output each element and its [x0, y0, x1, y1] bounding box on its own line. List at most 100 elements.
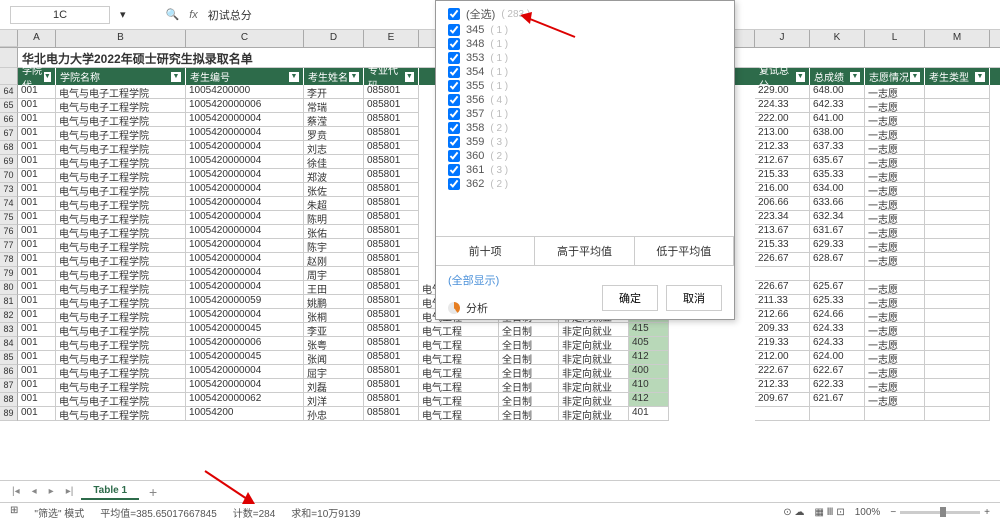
cell[interactable]: 085801 [364, 267, 419, 281]
cell[interactable]: 634.00 [810, 183, 865, 197]
cell[interactable]: 常瑞 [304, 99, 364, 113]
cell[interactable]: 电气与电子工程学院 [56, 183, 186, 197]
checkbox[interactable] [448, 122, 460, 134]
col-header-m[interactable]: M [925, 30, 990, 47]
cell[interactable]: 085801 [364, 155, 419, 169]
cell[interactable]: 001 [18, 211, 56, 225]
cell[interactable] [925, 113, 990, 127]
cell[interactable]: 王田 [304, 281, 364, 295]
cell[interactable]: 一志愿 [865, 113, 925, 127]
cell[interactable]: 415 [629, 323, 669, 337]
table-row[interactable]: 89 001 电气与电子工程学院 10054200 孙忠 085801 电气工程… [0, 407, 1000, 421]
cell[interactable] [925, 99, 990, 113]
cell[interactable]: 电气工程 [419, 393, 499, 407]
cell[interactable]: 徐佳 [304, 155, 364, 169]
cell[interactable]: 1005420000004 [186, 183, 304, 197]
formula-content[interactable]: 初试总分 [208, 7, 252, 23]
checkbox[interactable] [448, 80, 460, 92]
cell[interactable]: 085801 [364, 379, 419, 393]
row-header[interactable]: 84 [0, 337, 18, 351]
cell[interactable]: 001 [18, 239, 56, 253]
cell[interactable]: 蔡滢 [304, 113, 364, 127]
cell[interactable]: 001 [18, 197, 56, 211]
cell[interactable]: 001 [18, 351, 56, 365]
filter-item[interactable]: 362 ( 2 ) [448, 177, 722, 191]
cell[interactable]: 215.33 [755, 239, 810, 253]
cell[interactable] [925, 239, 990, 253]
cell[interactable]: 10054200000 [186, 85, 304, 99]
tab-next-icon[interactable]: ▸ [45, 486, 58, 497]
cell[interactable]: 224.33 [755, 99, 810, 113]
cell[interactable]: 1005420000062 [186, 393, 304, 407]
cell[interactable]: 222.00 [755, 113, 810, 127]
cell[interactable] [925, 253, 990, 267]
cell[interactable]: 1005420000006 [186, 337, 304, 351]
sheet-tab-active[interactable]: Table 1 [81, 483, 139, 500]
cell[interactable]: 电气与电子工程学院 [56, 267, 186, 281]
th-total-score[interactable]: 总成绩▼ [810, 68, 865, 85]
checkbox[interactable] [448, 136, 460, 148]
cell[interactable]: 1005420000004 [186, 225, 304, 239]
table-row[interactable]: 87 001 电气与电子工程学院 1005420000004 刘磊 085801… [0, 379, 1000, 393]
filter-item[interactable]: 358 ( 2 ) [448, 121, 722, 135]
filter-icon[interactable]: ▼ [289, 72, 299, 82]
cell[interactable]: 电气与电子工程学院 [56, 197, 186, 211]
cell[interactable]: 085801 [364, 309, 419, 323]
row-header[interactable]: 79 [0, 267, 18, 281]
cell[interactable]: 一志愿 [865, 141, 925, 155]
cell[interactable] [925, 225, 990, 239]
th-college-code[interactable]: 学院代▼ [18, 68, 56, 85]
cell[interactable]: 400 [629, 365, 669, 379]
cell[interactable]: 罗贲 [304, 127, 364, 141]
cell[interactable]: 001 [18, 141, 56, 155]
cell[interactable]: 001 [18, 393, 56, 407]
filter-icon[interactable]: ▼ [910, 72, 920, 82]
cell[interactable]: 朱超 [304, 197, 364, 211]
cell[interactable]: 410 [629, 379, 669, 393]
cell[interactable]: 孙忠 [304, 407, 364, 421]
filter-item[interactable]: 348 ( 1 ) [448, 37, 722, 51]
cell[interactable]: 212.66 [755, 309, 810, 323]
tab-below-avg[interactable]: 低于平均值 [635, 237, 734, 265]
cell[interactable]: 085801 [364, 393, 419, 407]
cell[interactable]: 张桐 [304, 309, 364, 323]
th-student-type[interactable]: 考生类型▼ [925, 68, 990, 85]
cell[interactable]: 电气与电子工程学院 [56, 379, 186, 393]
cell[interactable] [865, 407, 925, 421]
cell[interactable]: 1005420000004 [186, 267, 304, 281]
cell[interactable]: 642.33 [810, 99, 865, 113]
cell[interactable]: 刘志 [304, 141, 364, 155]
cell[interactable]: 一志愿 [865, 337, 925, 351]
checkbox[interactable] [448, 178, 460, 190]
row-header[interactable]: 86 [0, 365, 18, 379]
cell[interactable]: 001 [18, 183, 56, 197]
cell[interactable]: 一志愿 [865, 281, 925, 295]
th-college-name[interactable]: 学院名称▼ [56, 68, 186, 85]
cell[interactable]: 电气与电子工程学院 [56, 281, 186, 295]
cell[interactable]: 一志愿 [865, 309, 925, 323]
cell[interactable]: 1005420000004 [186, 379, 304, 393]
cell[interactable]: 622.33 [810, 379, 865, 393]
cell[interactable]: 085801 [364, 337, 419, 351]
filter-item[interactable]: 356 ( 4 ) [448, 93, 722, 107]
cell[interactable]: 629.33 [810, 239, 865, 253]
cell[interactable]: 1005420000004 [186, 281, 304, 295]
col-header-d[interactable]: D [304, 30, 364, 47]
cell[interactable]: 001 [18, 99, 56, 113]
cell[interactable]: 637.33 [810, 141, 865, 155]
name-box[interactable]: 1C [10, 6, 110, 24]
row-header[interactable]: 83 [0, 323, 18, 337]
filter-icon[interactable]: ▼ [796, 72, 805, 82]
filter-item[interactable]: 354 ( 1 ) [448, 65, 722, 79]
cell[interactable]: 一志愿 [865, 253, 925, 267]
cell[interactable]: 085801 [364, 295, 419, 309]
row-header[interactable]: 70 [0, 169, 18, 183]
cell[interactable]: 1005420000004 [186, 253, 304, 267]
cell[interactable]: 电气与电子工程学院 [56, 253, 186, 267]
checkbox[interactable] [448, 164, 460, 176]
filter-item[interactable]: 359 ( 3 ) [448, 135, 722, 149]
view-icon[interactable]: ⊞ [10, 505, 18, 520]
cell[interactable]: 电气工程 [419, 407, 499, 421]
cell[interactable]: 电气与电子工程学院 [56, 211, 186, 225]
filter-icon[interactable]: ▼ [349, 72, 359, 82]
